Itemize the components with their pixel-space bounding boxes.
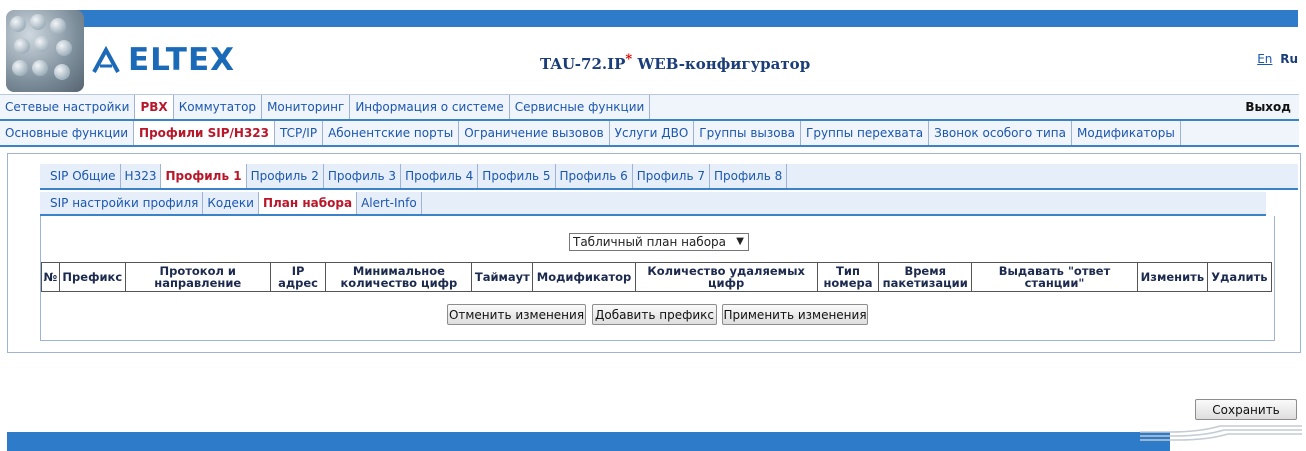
logout-link[interactable]: Выход [1245,100,1291,114]
keypad-photo [6,10,84,92]
column-header-5: Таймаут [471,262,534,292]
language-switch: En Ru [1257,52,1298,66]
profile-tab-0[interactable]: SIP Общие [46,164,121,188]
main-menu: Сетевые настройки PBX Коммутатор Мониторинг… [0,94,1299,121]
brand-name: ELTEX [128,42,236,78]
profile-subtab-1[interactable]: Кодеки [203,192,259,214]
profile-tab-8[interactable]: Профиль 7 [633,164,710,188]
column-header-6: Модификатор [532,262,636,292]
main-menu-item-4[interactable]: Информация о системе [350,95,510,119]
column-header-12: Удалить [1206,262,1273,292]
pbx-menu-item-7[interactable]: Группы перехвата [801,121,930,145]
header-top-bar [75,10,1298,27]
eltex-logo: ELTEX [92,42,236,78]
column-header-10: Выдавать "ответ станции" [971,262,1138,292]
profile-tabs: SIP Общие H323 Профиль 1 Профиль 2 Профиль 3… [40,164,1298,190]
main-menu-item-5[interactable]: Сервисные функции [510,95,651,119]
page-title: TAU-72.IP* WEB-конфигуратор [540,52,811,73]
main-menu-item-3[interactable]: Мониторинг [262,95,351,119]
profile-tab-4[interactable]: Профиль 3 [324,164,402,188]
profile-tab-5[interactable]: Профиль 4 [401,164,479,188]
profile-subtab-2[interactable]: План набора [258,192,358,214]
profile-subtab-0[interactable]: SIP настройки профиля [46,192,204,214]
lang-ru-current: Ru [1280,52,1298,66]
profile-tab-1[interactable]: H323 [121,164,162,188]
profile-tab-9[interactable]: Профиль 8 [710,164,788,188]
pbx-menu-item-1[interactable]: Профили SIP/H323 [134,121,275,145]
apply-changes-button[interactable]: Применить изменения [722,304,868,325]
column-header-0: № [41,262,60,292]
main-menu-item-1[interactable]: PBX [135,95,174,119]
eltex-logo-icon [92,46,120,73]
pbx-menu-item-9[interactable]: Модификаторы [1072,121,1181,145]
column-header-4: Минимальное количество цифр [325,262,473,292]
add-prefix-button[interactable]: Добавить префикс [592,304,717,325]
pbx-submenu: Основные функции Профили SIP/H323 TCP/IP Аб… [0,121,1299,147]
pbx-menu-item-5[interactable]: Услуги ДВО [610,121,695,145]
dialplan-table: № Префикс Протокол и направление IP адрес Ми… [41,262,1273,292]
pbx-menu-item-4[interactable]: Ограничение вызовов [459,121,610,145]
profile-subtabs: SIP настройки профиля Кодеки План набора Al… [40,192,1266,216]
cancel-changes-button[interactable]: Отменить изменения [447,304,586,325]
column-header-11: Изменить [1137,262,1208,292]
profile-tab-6[interactable]: Профиль 5 [478,164,556,188]
footer-swoosh [1140,425,1302,441]
column-header-9: Время пакетизации [878,262,973,292]
column-header-3: IP адрес [269,262,327,292]
main-menu-item-0[interactable]: Сетевые настройки [0,95,136,119]
column-header-2: Протокол и направление [124,262,271,292]
column-header-7: Количество удаляемых цифр [634,262,818,292]
column-header-8: Тип номера [816,262,880,292]
lang-en-link[interactable]: En [1257,52,1272,66]
profile-tab-3[interactable]: Профиль 2 [247,164,324,188]
column-header-1: Префикс [58,262,126,292]
dialplan-type-select[interactable]: Табличный план набора ▼ [569,233,749,251]
dialplan-type-value: Табличный план набора [573,235,727,249]
pbx-menu-item-0[interactable]: Основные функции [0,121,135,145]
save-button[interactable]: Сохранить [1195,399,1297,420]
pbx-menu-item-2[interactable]: TCP/IP [275,121,324,145]
pbx-menu-item-8[interactable]: Звонок особого типа [929,121,1072,145]
footer-bar [7,432,1170,451]
chevron-down-icon: ▼ [736,236,744,247]
profile-tab-2[interactable]: Профиль 1 [161,164,247,188]
profile-subtab-3[interactable]: Alert-Info [357,192,422,214]
pbx-menu-item-6[interactable]: Группы вызова [694,121,802,145]
main-menu-item-2[interactable]: Коммутатор [174,95,263,119]
pbx-menu-item-3[interactable]: Абонентские порты [323,121,460,145]
profile-tab-7[interactable]: Профиль 6 [556,164,633,188]
